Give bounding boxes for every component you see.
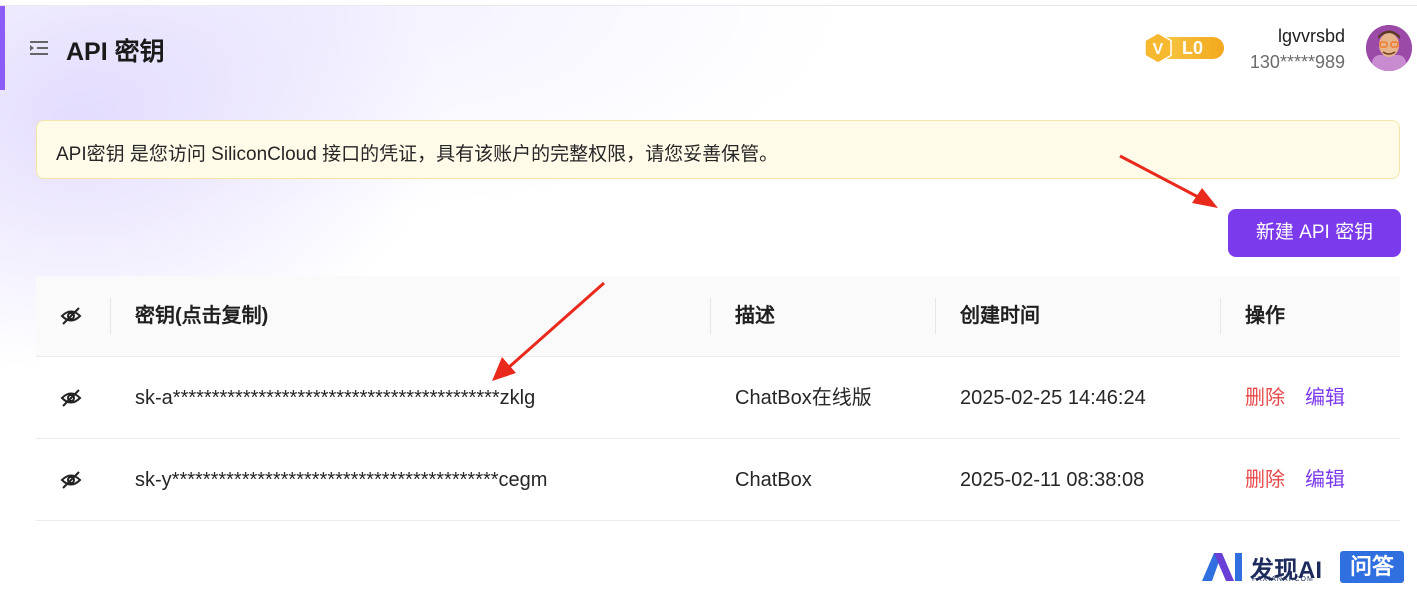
watermark-logo: 发现AI FAXIANAI.COM 问答 (1200, 548, 1408, 588)
vip-level: L0 (1182, 38, 1204, 58)
table-row: sk-y************************************… (36, 439, 1400, 521)
new-api-key-button[interactable]: 新建 API 密钥 (1228, 209, 1401, 257)
column-separator (935, 298, 936, 334)
menu-fold-icon[interactable] (30, 40, 48, 56)
vip-letter: V (1153, 41, 1164, 58)
column-separator (1220, 298, 1221, 334)
vip-hex-icon: V (1144, 32, 1172, 64)
column-header-key: 密钥(点击复制) (135, 305, 269, 327)
user-phone: 130*****989 (1249, 52, 1345, 72)
ai-logo-icon (1202, 553, 1242, 581)
key-description: ChatBox (735, 469, 812, 491)
column-separator (110, 298, 111, 334)
notice-text: API密钥 是您访问 SiliconCloud 接口的凭证，具有该账户的完整权限… (56, 144, 779, 165)
column-header-created: 创建时间 (960, 305, 1040, 327)
api-key-value[interactable]: sk-y************************************… (135, 439, 547, 521)
key-description: ChatBox在线版 (735, 387, 872, 409)
api-keys-table: 密钥(点击复制) 描述 创建时间 操作 sk-a****************… (36, 276, 1400, 521)
active-accent-bar (0, 6, 5, 90)
notice-banner: API密钥 是您访问 SiliconCloud 接口的凭证，具有该账户的完整权限… (36, 120, 1400, 179)
watermark-domain: FAXIANAI.COM (1252, 576, 1314, 583)
username: lgvvrsbd (1277, 26, 1345, 46)
column-header-actions: 操作 (1245, 305, 1285, 327)
key-created-time: 2025-02-11 08:38:08 (960, 469, 1145, 491)
watermark-qa: 问答 (1340, 551, 1404, 583)
edit-link[interactable]: 编辑 (1305, 357, 1345, 439)
eye-hidden-icon[interactable] (60, 306, 82, 326)
key-created-time: 2025-02-25 14:46:24 (960, 387, 1146, 409)
column-header-description: 描述 (735, 305, 775, 327)
delete-link[interactable]: 删除 (1245, 439, 1285, 521)
avatar-image (1366, 25, 1412, 71)
edit-link[interactable]: 编辑 (1305, 439, 1345, 521)
page-title: API 密钥 (66, 38, 165, 66)
table-header: 密钥(点击复制) 描述 创建时间 操作 (36, 276, 1400, 357)
table-row: sk-a************************************… (36, 357, 1400, 439)
column-separator (710, 298, 711, 334)
header: API 密钥 V L0 lgvvrsbd 130*****989 (0, 6, 1417, 90)
eye-hidden-icon[interactable] (60, 470, 82, 490)
avatar[interactable] (1366, 25, 1412, 71)
delete-link[interactable]: 删除 (1245, 357, 1285, 439)
eye-hidden-icon[interactable] (60, 388, 82, 408)
api-key-value[interactable]: sk-a************************************… (135, 357, 535, 439)
